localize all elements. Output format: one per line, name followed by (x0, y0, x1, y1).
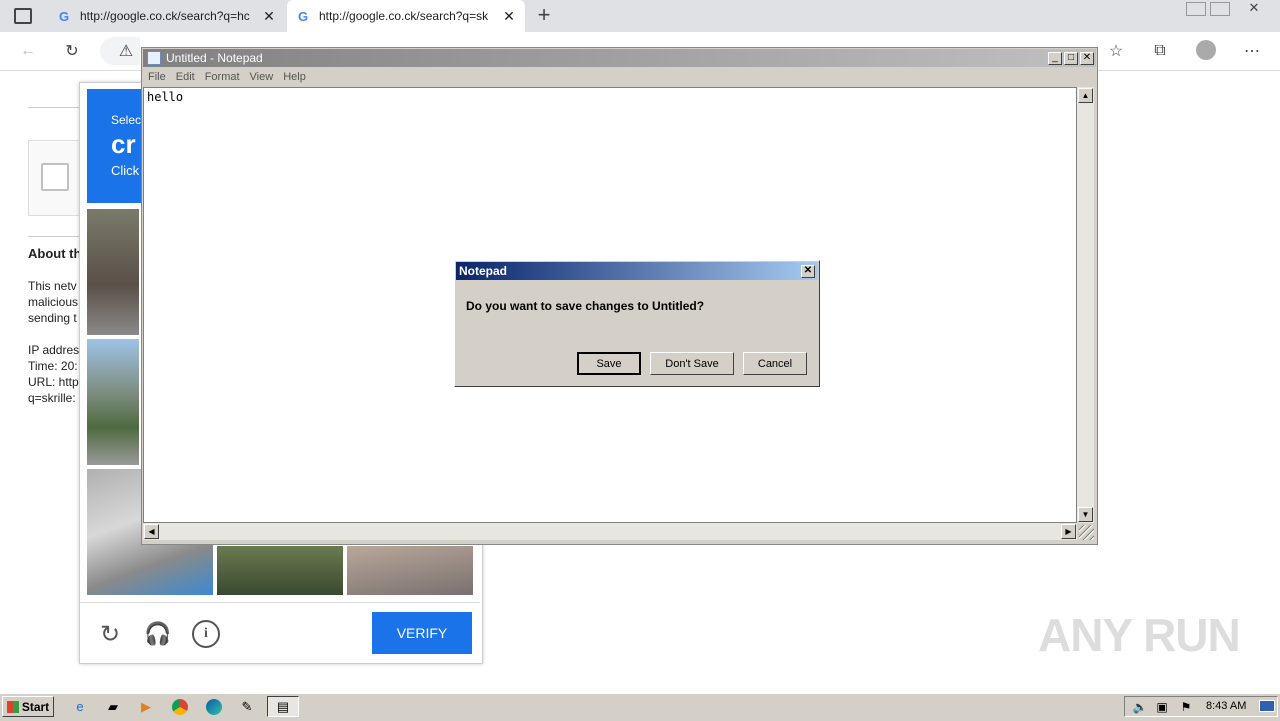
more-menu-icon[interactable]: ⋯ (1240, 40, 1264, 62)
info-line: Time: 20: (28, 359, 78, 373)
info-line: q=skrille: (28, 391, 76, 405)
volume-icon[interactable]: 🔈 (1128, 696, 1152, 717)
notepad-app-icon (147, 51, 161, 65)
menu-help[interactable]: Help (283, 71, 306, 83)
close-tab-icon[interactable]: ✕ (261, 8, 277, 25)
section-heading: About th (28, 246, 82, 261)
media-player-icon[interactable]: ▶ (134, 696, 158, 717)
close-tab-icon[interactable]: ✕ (501, 8, 517, 25)
description-line: malicious (28, 295, 79, 309)
clock[interactable]: 8:43 AM (1206, 700, 1246, 712)
show-desktop-icon[interactable] (1259, 700, 1275, 712)
menu-file[interactable]: File (148, 71, 166, 83)
horizontal-scrollbar[interactable]: ◀ ▶ (143, 523, 1077, 540)
info-icon[interactable]: i (192, 620, 220, 648)
window-title: Untitled - Notepad (166, 51, 263, 65)
chrome-icon[interactable] (168, 696, 192, 717)
taskbar (0, 693, 1280, 721)
divider (28, 107, 80, 108)
captcha-tile[interactable] (347, 546, 473, 595)
reload-icon[interactable]: ↻ (96, 620, 124, 648)
close-icon[interactable]: ✕ (1080, 51, 1094, 65)
favorites-icon[interactable]: ☆ (1104, 40, 1128, 62)
google-favicon-icon: G (297, 8, 309, 24)
menu-format[interactable]: Format (205, 71, 240, 83)
verify-button[interactable]: VERIFY (372, 612, 472, 654)
dialog-titlebar[interactable]: Notepad ✕ (456, 262, 818, 280)
description-line: This netv (28, 279, 77, 293)
captcha-footer-divider (80, 602, 480, 603)
restore-window-icon[interactable] (1210, 2, 1230, 16)
refresh-icon[interactable]: ↻ (60, 40, 84, 62)
captcha-instruction-line: Selec (111, 113, 142, 127)
menu-view[interactable]: View (250, 71, 274, 83)
save-button[interactable]: Save (577, 352, 641, 375)
dont-save-button[interactable]: Don't Save (650, 352, 734, 375)
dialog-title: Notepad (459, 264, 507, 278)
info-line: URL: http (28, 375, 79, 389)
anyrun-watermark: ANY RUN (1038, 609, 1241, 661)
divider (28, 236, 80, 237)
menu-edit[interactable]: Edit (176, 71, 195, 83)
close-window-icon[interactable]: ✕ (1236, 0, 1272, 16)
edge-icon[interactable] (202, 696, 226, 717)
tab-title: http://google.co.ck/search?q=sk (319, 9, 489, 23)
profile-avatar[interactable] (1196, 40, 1216, 60)
collections-icon[interactable]: ⧉ (1148, 40, 1172, 62)
captcha-instruction-line: Click (111, 163, 140, 178)
minimize-window-icon[interactable] (1186, 2, 1206, 16)
close-icon[interactable]: ✕ (801, 264, 815, 278)
scroll-right-icon[interactable]: ▶ (1061, 524, 1076, 539)
app-icon[interactable]: ✎ (235, 696, 259, 717)
scroll-up-icon[interactable]: ▲ (1078, 88, 1093, 103)
notepad-taskbar-button[interactable]: ▤ (267, 696, 299, 717)
vertical-scrollbar[interactable]: ▲ ▼ (1077, 87, 1094, 523)
captcha-tile[interactable] (217, 546, 343, 595)
captcha-target-word: cr (111, 129, 136, 159)
network-icon[interactable]: ▣ (1150, 696, 1174, 717)
tab-actions-icon[interactable] (14, 8, 32, 24)
warning-icon[interactable]: ⚠ (114, 40, 138, 62)
back-icon[interactable]: ← (16, 40, 40, 62)
audio-icon[interactable]: 🎧 (144, 620, 172, 648)
new-tab-icon[interactable]: + (534, 2, 554, 27)
browser-tab-1[interactable]: G http://google.co.ck/search?q=hc ✕ (48, 0, 285, 32)
minimize-icon[interactable]: _ (1048, 51, 1062, 65)
captcha-tile[interactable] (87, 339, 139, 465)
captcha-instruction-header: Selec cr Click (87, 89, 147, 203)
windows-logo-icon (6, 700, 19, 713)
tab-title: http://google.co.ck/search?q=hc (80, 9, 250, 23)
description-line: sending t (28, 311, 77, 325)
browser-tab-2[interactable]: G http://google.co.ck/search?q=sk ✕ (287, 0, 525, 32)
scroll-left-icon[interactable]: ◀ (144, 524, 159, 539)
notepad-menubar: File Edit Format View Help (143, 68, 1096, 86)
notepad-titlebar[interactable]: Untitled - Notepad _ □ ✕ (143, 49, 1096, 67)
file-explorer-icon[interactable]: ▰ (101, 696, 125, 717)
captcha-tile[interactable] (87, 209, 139, 335)
google-favicon-icon: G (58, 8, 70, 24)
cancel-button[interactable]: Cancel (743, 352, 807, 375)
maximize-icon[interactable]: □ (1064, 51, 1078, 65)
start-label: Start (21, 699, 50, 714)
dialog-message: Do you want to save changes to Untitled? (466, 299, 705, 313)
start-button[interactable]: Start (2, 696, 54, 717)
resize-grip-icon[interactable] (1079, 525, 1094, 540)
flag-icon[interactable]: ⚑ (1174, 696, 1198, 717)
captcha-checkbox[interactable] (41, 163, 69, 191)
info-line: IP addres (28, 343, 80, 357)
scroll-down-icon[interactable]: ▼ (1078, 507, 1093, 522)
internet-explorer-icon[interactable]: e (68, 696, 92, 717)
